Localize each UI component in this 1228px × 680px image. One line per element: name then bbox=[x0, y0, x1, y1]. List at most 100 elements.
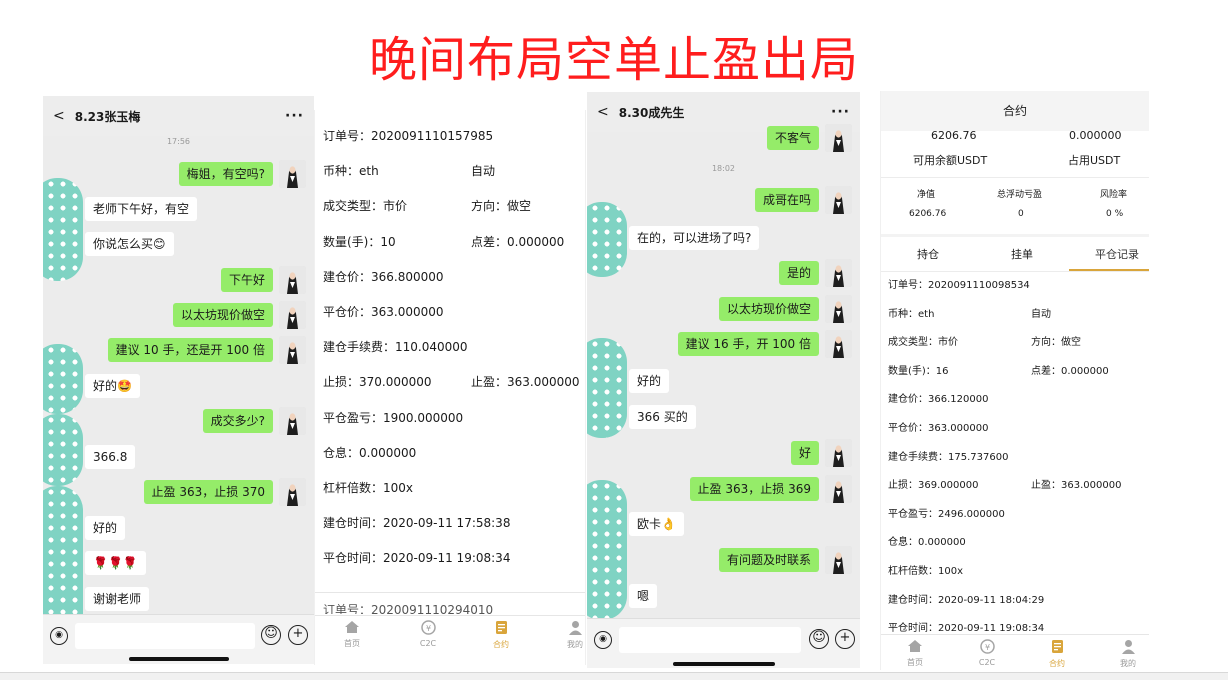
sender-avatar[interactable] bbox=[825, 124, 852, 152]
tab-c2c-yen[interactable]: ¥ C2C bbox=[405, 616, 451, 648]
order-field-right: 自动 bbox=[471, 164, 496, 179]
net-value: 6206.76 bbox=[909, 209, 947, 219]
order-field-row: 杠杆倍数：100x bbox=[888, 564, 1149, 580]
sender-avatar[interactable] bbox=[279, 407, 306, 435]
screenshot-collage: 晚间布局空单止盈出局 < 8.23张玉梅 ··· 17:56 梅姐，有空吗? 老师… bbox=[0, 0, 1228, 680]
received-message-bubble[interactable]: 好的 bbox=[629, 369, 670, 393]
order-field-left: 建仓手续费：175.737600 bbox=[888, 451, 1009, 463]
message-input[interactable] bbox=[75, 623, 255, 649]
tab-contract-doc[interactable]: 合约 bbox=[1035, 635, 1079, 669]
more-options-icon[interactable]: ··· bbox=[285, 108, 304, 124]
order-field-left: 数量(手)：10 bbox=[323, 234, 396, 249]
order-field-row: 止损：369.000000 止盈：363.000000 bbox=[888, 478, 1149, 494]
sent-message-bubble[interactable]: 建议 10 手，还是开 100 倍 bbox=[107, 338, 273, 362]
sender-avatar[interactable] bbox=[825, 330, 852, 358]
order-field-row: 订单号：2020091110098534 bbox=[888, 278, 1149, 294]
received-message-bubble[interactable]: 谢谢老师 bbox=[85, 587, 150, 611]
plus-icon[interactable]: + bbox=[288, 625, 308, 645]
received-message-bubble[interactable]: 🌹🌹🌹 bbox=[85, 551, 146, 575]
risk-rate-value: 0 % bbox=[1106, 209, 1124, 219]
tab-home[interactable]: 首页 bbox=[893, 635, 937, 668]
order-field-right: 点差：0.000000 bbox=[1031, 365, 1109, 377]
voice-icon[interactable]: ◉ bbox=[594, 631, 612, 649]
sent-message-bubble[interactable]: 止盈 363，止损 370 bbox=[143, 480, 273, 504]
sent-message-bubble[interactable]: 不客气 bbox=[766, 126, 819, 150]
order-field-left: 仓息：0.000000 bbox=[323, 445, 417, 460]
emoji-icon[interactable]: ☺ bbox=[809, 629, 829, 649]
tab-contract-doc[interactable]: 合约 bbox=[478, 616, 524, 650]
back-arrow-icon[interactable]: < bbox=[597, 104, 609, 120]
sender-avatar[interactable] bbox=[825, 475, 852, 503]
tab-home[interactable]: 首页 bbox=[329, 616, 375, 649]
tab-label: 合约 bbox=[493, 640, 509, 649]
plus-icon[interactable]: + bbox=[835, 629, 855, 649]
sent-message-bubble[interactable]: 成哥在吗 bbox=[754, 188, 819, 212]
message-row: 在的，可以进场了吗? bbox=[587, 224, 860, 252]
order-field-row: 平仓盈亏：1900.000000 bbox=[323, 408, 585, 428]
voice-icon[interactable]: ◉ bbox=[50, 627, 68, 645]
order-field-right: 自动 bbox=[1031, 308, 1051, 320]
received-message-bubble[interactable]: 在的，可以进场了吗? bbox=[629, 226, 760, 250]
order-field-left: 止损：369.000000 bbox=[888, 480, 979, 492]
tab-user[interactable]: 我的 bbox=[1106, 635, 1149, 669]
received-message-bubble[interactable]: 嗯 bbox=[629, 584, 658, 608]
divider bbox=[315, 592, 585, 593]
more-options-icon[interactable]: ··· bbox=[831, 104, 850, 120]
sent-message-bubble[interactable]: 以太坊现价做空 bbox=[718, 297, 819, 321]
order-field-right: 方向：做空 bbox=[471, 199, 532, 214]
message-row: 嗯 bbox=[587, 582, 860, 610]
received-message-bubble[interactable]: 欧卡👌 bbox=[629, 512, 684, 536]
sent-message-bubble[interactable]: 成交多少? bbox=[202, 409, 273, 433]
order-field-row: 建仓手续费：110.040000 bbox=[323, 337, 585, 357]
tab-user[interactable]: 我的 bbox=[552, 616, 585, 650]
contract-doc-icon bbox=[1035, 639, 1079, 656]
sender-avatar[interactable] bbox=[279, 160, 306, 188]
order-field-right: 方向：做空 bbox=[1031, 337, 1081, 349]
tab-positions[interactable]: 持仓 bbox=[917, 246, 939, 262]
order-field-left: 币种：eth bbox=[323, 164, 379, 179]
chat-input-bar: ◉ ☺ + bbox=[43, 614, 314, 664]
user-icon bbox=[552, 620, 585, 637]
sent-message-bubble[interactable]: 是的 bbox=[778, 261, 819, 285]
sent-message-bubble[interactable]: 以太坊现价做空 bbox=[172, 303, 273, 327]
contract-title: 合约 bbox=[881, 91, 1149, 131]
sender-avatar[interactable] bbox=[825, 186, 852, 214]
order-field-left: 建仓时间：2020-09-11 18:04:29 bbox=[888, 594, 1045, 606]
sender-avatar[interactable] bbox=[279, 478, 306, 506]
sent-message-bubble[interactable]: 建议 16 手，开 100 倍 bbox=[677, 332, 819, 356]
sender-avatar[interactable] bbox=[279, 336, 306, 364]
sent-message-bubble[interactable]: 好 bbox=[790, 441, 819, 465]
floating-pnl-label: 总浮动亏盈 bbox=[997, 190, 1043, 200]
received-message-bubble[interactable]: 366.8 bbox=[85, 445, 136, 469]
order-field-left: 杠杆倍数：100x bbox=[888, 566, 964, 577]
tab-pending-orders[interactable]: 挂单 bbox=[1011, 246, 1033, 262]
received-message-bubble[interactable]: 好的🤩 bbox=[85, 374, 140, 398]
message-input[interactable] bbox=[619, 627, 801, 653]
received-message-bubble[interactable]: 好的 bbox=[85, 516, 126, 540]
sender-avatar[interactable] bbox=[825, 546, 852, 574]
sent-message-bubble[interactable]: 下午好 bbox=[220, 268, 273, 292]
home-icon bbox=[893, 639, 937, 655]
available-balance-label: 可用余额USDT bbox=[913, 154, 988, 167]
back-arrow-icon[interactable]: < bbox=[53, 108, 65, 124]
emoji-icon[interactable]: ☺ bbox=[261, 625, 281, 645]
received-message-bubble[interactable]: 366 买的 bbox=[629, 405, 696, 429]
sent-message-bubble[interactable]: 梅姐，有空吗? bbox=[178, 162, 273, 186]
received-message-bubble[interactable]: 老师下午好，有空 bbox=[85, 197, 198, 221]
sender-avatar[interactable] bbox=[279, 301, 306, 329]
sender-avatar[interactable] bbox=[825, 259, 852, 287]
order-field-row: 仓息：0.000000 bbox=[888, 535, 1149, 551]
user-icon bbox=[1106, 639, 1149, 656]
sent-message-bubble[interactable]: 有问题及时联系 bbox=[718, 548, 819, 572]
tab-c2c-yen[interactable]: ¥ C2C bbox=[965, 635, 1009, 667]
sender-avatar[interactable] bbox=[825, 439, 852, 467]
sender-avatar[interactable] bbox=[279, 266, 306, 294]
order-field-row: 平仓时间：2020-09-11 19:08:34 bbox=[323, 548, 585, 568]
c2c-yen-icon: ¥ bbox=[965, 639, 1009, 656]
divider bbox=[881, 234, 1149, 237]
order-field-left: 平仓时间：2020-09-11 19:08:34 bbox=[323, 551, 511, 566]
sent-message-bubble[interactable]: 止盈 363，止损 369 bbox=[689, 477, 819, 501]
sender-avatar[interactable] bbox=[825, 295, 852, 323]
received-message-bubble[interactable]: 你说怎么买😊 bbox=[85, 232, 174, 256]
tab-closed-records[interactable]: 平仓记录 bbox=[1095, 246, 1139, 262]
